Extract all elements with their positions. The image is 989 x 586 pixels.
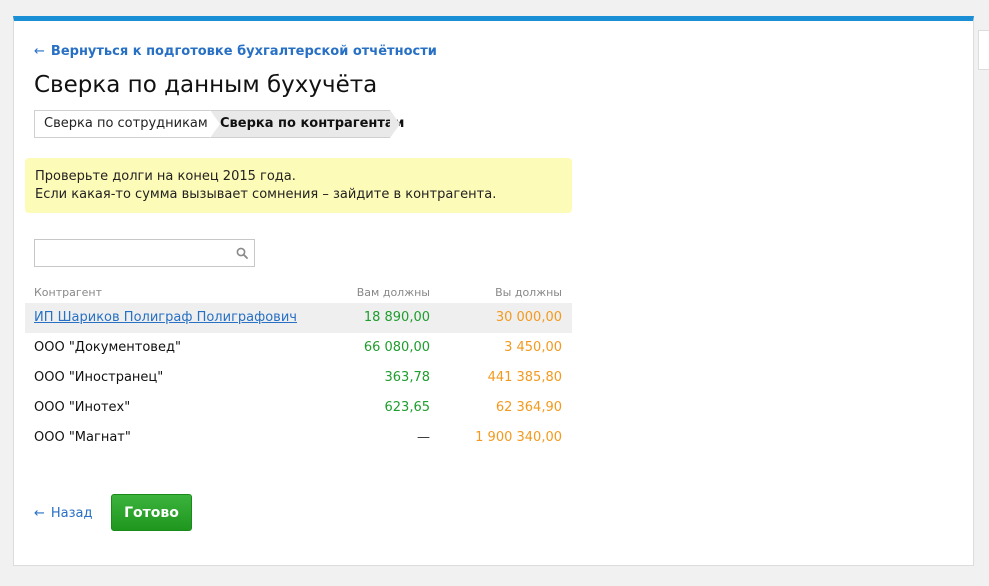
arrow-left-icon: ← xyxy=(34,506,45,521)
table-row[interactable]: ООО "Документовед" 66 080,00 3 450,00 xyxy=(25,333,572,363)
table-row[interactable]: ООО "Инотех" 623,65 62 364,90 xyxy=(25,393,572,423)
counterparties-table: Контрагент Вам должны Вы должны ИП Шарик… xyxy=(25,283,572,453)
you-owe-value: 1 900 340,00 xyxy=(475,430,562,445)
notice-box: Проверьте долги на конец 2015 года. Если… xyxy=(25,158,572,213)
back-to-reporting-label: Вернуться к подготовке бухгалтерской отч… xyxy=(50,44,437,59)
you-owe-value: 441 385,80 xyxy=(487,370,562,385)
owed-to-you-value: 623,65 xyxy=(384,400,431,415)
owed-to-you-value: 18 890,00 xyxy=(363,310,430,325)
notice-line-2: Если какая-то сумма вызывает сомнения – … xyxy=(35,187,497,202)
search-input[interactable] xyxy=(40,241,234,267)
page-container: ← Вернуться к подготовке бухгалтерской от… xyxy=(13,16,974,566)
you-owe-value: 3 450,00 xyxy=(504,340,562,355)
counterparty-name: ООО "Иностранец" xyxy=(34,370,164,385)
counterparty-link[interactable]: ИП Шариков Полиграф Полиграфович xyxy=(34,310,297,325)
column-header-owed-to-you: Вам должны xyxy=(356,286,430,299)
table-header: Контрагент Вам должны Вы должны xyxy=(25,283,572,303)
table-row[interactable]: ООО "Иностранец" 363,78 441 385,80 xyxy=(25,363,572,393)
search-box xyxy=(34,239,255,267)
owed-to-you-value: 66 080,00 xyxy=(363,340,430,355)
back-link[interactable]: ← Назад xyxy=(34,506,93,521)
side-panel-handle[interactable] xyxy=(978,30,989,70)
steps-breadcrumb: Сверка по сотрудникам Сверка по контраге… xyxy=(34,110,404,138)
page-title: Сверка по данным бухучёта xyxy=(34,72,378,98)
back-to-reporting-link[interactable]: ← Вернуться к подготовке бухгалтерской от… xyxy=(34,44,437,59)
table-row[interactable]: ООО "Магнат" — 1 900 340,00 xyxy=(25,423,572,453)
you-owe-value: 30 000,00 xyxy=(495,310,562,325)
owed-to-you-value: 363,78 xyxy=(384,370,431,385)
column-header-you-owe: Вы должны xyxy=(495,286,562,299)
column-header-counterparty: Контрагент xyxy=(34,286,103,299)
notice-line-1: Проверьте долги на конец 2015 года. xyxy=(35,169,296,184)
step-counterparties[interactable]: Сверка по контрагентам xyxy=(210,110,404,138)
arrow-left-icon: ← xyxy=(34,44,45,59)
back-label: Назад xyxy=(50,506,93,521)
step-employees[interactable]: Сверка по сотрудникам xyxy=(34,110,220,138)
done-button[interactable]: Готово xyxy=(111,494,192,531)
you-owe-value: 62 364,90 xyxy=(495,400,562,415)
counterparty-name: ООО "Инотех" xyxy=(34,400,131,415)
search-icon[interactable] xyxy=(236,247,248,259)
counterparty-name: ООО "Магнат" xyxy=(34,430,131,445)
owed-to-you-value: — xyxy=(417,430,430,445)
table-row[interactable]: ИП Шариков Полиграф Полиграфович 18 890,… xyxy=(25,303,572,333)
counterparty-name: ООО "Документовед" xyxy=(34,340,181,355)
